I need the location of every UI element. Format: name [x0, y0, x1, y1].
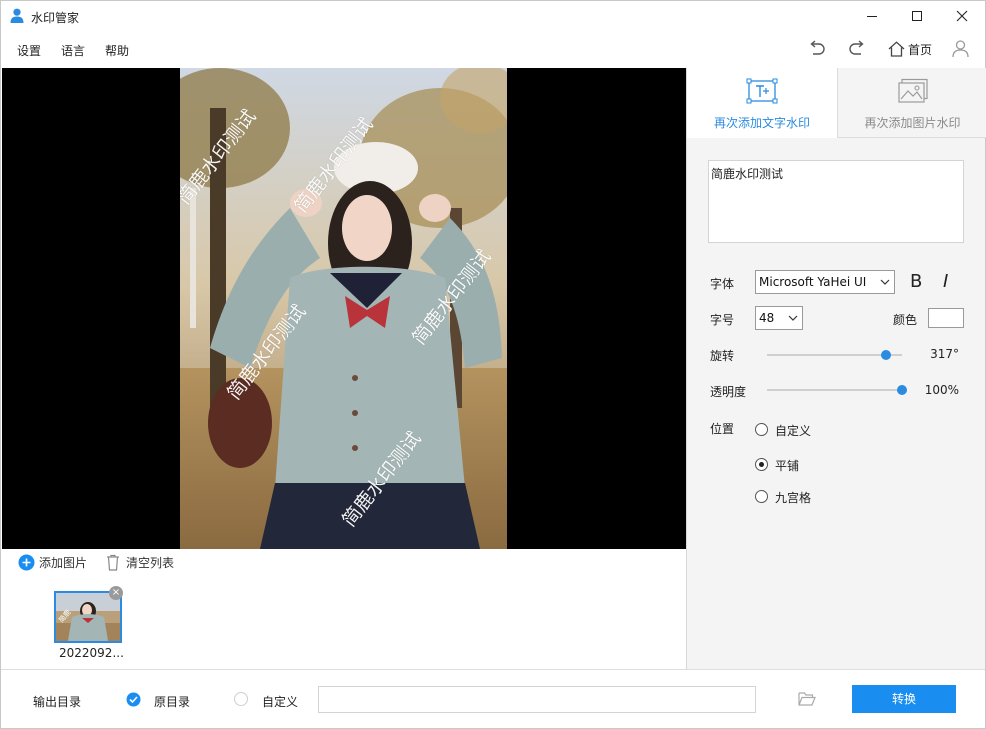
- menu-language[interactable]: 语言: [61, 42, 85, 59]
- text-watermark-icon: [746, 78, 778, 104]
- menu-help[interactable]: 帮助: [105, 42, 129, 59]
- watermark-text-input[interactable]: 简鹿水印测试: [708, 160, 964, 243]
- trash-icon: [107, 554, 119, 571]
- user-icon: [10, 8, 24, 24]
- bold-button[interactable]: B: [910, 271, 922, 292]
- font-select-value: Microsoft YaHei UI: [759, 275, 867, 289]
- opacity-slider-thumb[interactable]: [897, 385, 907, 395]
- rotation-slider-thumb[interactable]: [880, 350, 891, 360]
- rotation-label: 旋转: [710, 349, 735, 363]
- position-label: 位置: [710, 422, 735, 436]
- account-button[interactable]: [952, 39, 969, 59]
- clear-list-label: 清空列表: [126, 556, 175, 570]
- tab-text-watermark[interactable]: 再次添加文字水印: [687, 68, 837, 138]
- close-icon: [956, 10, 968, 22]
- undo-icon: [810, 40, 825, 55]
- person-icon: [952, 40, 969, 58]
- thumbnail-image: 简鹿: [56, 593, 120, 641]
- thumbnail-filename: 2022092...: [59, 646, 124, 660]
- minimize-icon: [867, 16, 877, 17]
- color-label: 颜色: [893, 313, 918, 327]
- convert-button[interactable]: 转换: [852, 685, 956, 713]
- redo-button[interactable]: [847, 39, 867, 59]
- output-path-input[interactable]: [318, 686, 756, 713]
- position-custom-radio[interactable]: [755, 423, 768, 436]
- font-label: 字体: [710, 277, 735, 291]
- remove-thumbnail-button[interactable]: ×: [109, 586, 123, 600]
- preview-canvas[interactable]: 简鹿水印测试 简鹿水印测试 简鹿水印测试 简鹿水印测试 简鹿水印测试: [2, 68, 686, 549]
- menu-bar: 设置 语言 帮助 首页: [1, 31, 985, 67]
- position-tile-label[interactable]: 平铺: [775, 457, 799, 474]
- tab-image-watermark-label: 再次添加图片水印: [864, 116, 961, 130]
- image-list: 添加图片 清空列表 简鹿 × 2022092...: [2, 549, 686, 669]
- tab-text-watermark-label: 再次添加文字水印: [713, 116, 810, 130]
- position-grid-radio[interactable]: [755, 490, 768, 503]
- opacity-label: 透明度: [710, 385, 747, 399]
- maximize-button[interactable]: [894, 1, 940, 31]
- original-dir-label[interactable]: 原目录: [154, 693, 190, 710]
- position-custom-label[interactable]: 自定义: [775, 422, 811, 439]
- tab-image-watermark[interactable]: 再次添加图片水印: [837, 68, 986, 138]
- output-dir-label: 输出目录: [33, 695, 82, 709]
- original-dir-checkbox[interactable]: [126, 692, 141, 707]
- size-select-value: 48: [759, 311, 775, 325]
- image-watermark-icon: [898, 78, 928, 103]
- menu-settings[interactable]: 设置: [17, 42, 41, 59]
- title-bar[interactable]: 水印管家: [1, 1, 985, 31]
- browse-folder-button[interactable]: [798, 691, 816, 709]
- position-grid-label[interactable]: 九宫格: [775, 489, 811, 506]
- font-select[interactable]: Microsoft YaHei UI: [755, 270, 895, 294]
- position-tile-radio[interactable]: [755, 458, 768, 471]
- home-icon: [888, 41, 905, 57]
- minimize-button[interactable]: [849, 1, 895, 31]
- home-button[interactable]: 首页: [888, 39, 932, 59]
- redo-icon: [849, 40, 864, 55]
- clear-list-button[interactable]: 清空列表: [106, 554, 174, 571]
- size-label: 字号: [710, 313, 735, 327]
- close-button[interactable]: [939, 1, 985, 31]
- add-image-button[interactable]: 添加图片: [18, 554, 87, 571]
- output-bar: 输出目录 原目录 自定义 转换: [1, 669, 985, 728]
- color-picker[interactable]: [928, 308, 964, 328]
- undo-button[interactable]: [807, 39, 827, 59]
- preview-photo: 简鹿水印测试 简鹿水印测试 简鹿水印测试 简鹿水印测试 简鹿水印测试: [180, 68, 507, 549]
- window-title: 水印管家: [31, 11, 80, 25]
- chevron-down-icon: [788, 315, 798, 321]
- plus-circle-icon: [18, 554, 35, 571]
- size-select[interactable]: 48: [755, 306, 803, 330]
- rotation-value: 317°: [930, 347, 959, 361]
- app-window: 水印管家 设置 语言 帮助 首页 简鹿水印测试 简鹿水印测试 简鹿水印测试 简鹿…: [0, 0, 986, 729]
- opacity-slider[interactable]: [767, 389, 902, 391]
- chevron-down-icon: [880, 279, 890, 285]
- home-label: 首页: [908, 42, 933, 57]
- opacity-value: 100%: [924, 383, 959, 397]
- maximize-icon: [912, 11, 922, 21]
- settings-panel: 再次添加文字水印 再次添加图片水印 简鹿水印测试 字体 Microsoft Ya…: [686, 68, 986, 669]
- custom-dir-label[interactable]: 自定义: [262, 693, 298, 710]
- folder-open-icon: [798, 692, 816, 706]
- custom-dir-radio[interactable]: [234, 692, 248, 706]
- add-image-label: 添加图片: [39, 556, 88, 570]
- italic-button[interactable]: I: [943, 271, 948, 292]
